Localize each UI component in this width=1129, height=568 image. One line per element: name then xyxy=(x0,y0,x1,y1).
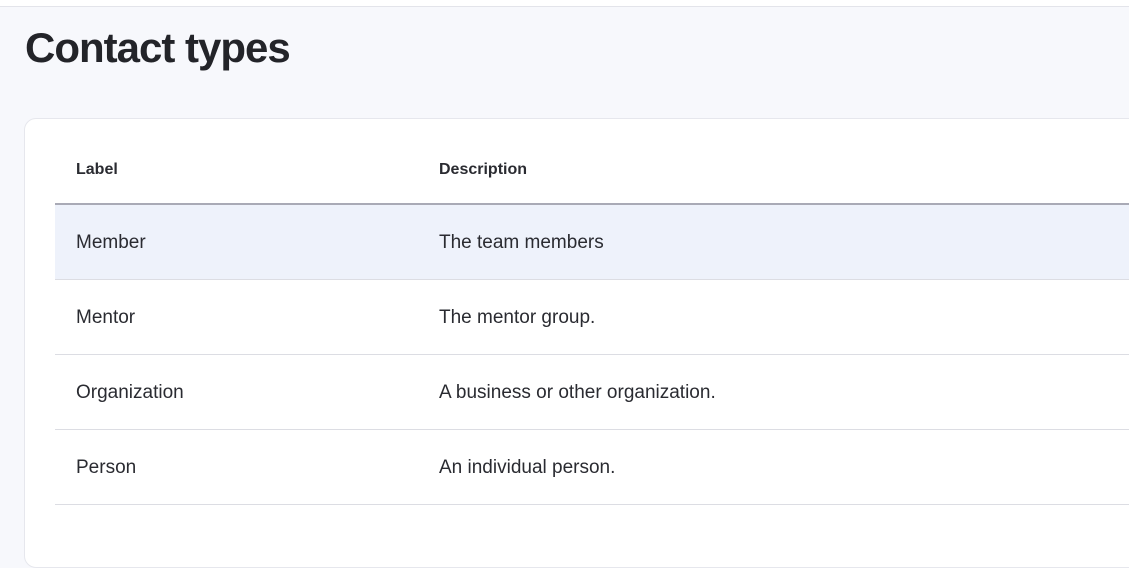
column-header-description[interactable]: Description xyxy=(439,161,527,179)
row-description: An individual person. xyxy=(439,457,616,478)
table-row[interactable]: Mentor The mentor group. xyxy=(55,280,1129,355)
table-row[interactable]: Person An individual person. xyxy=(55,430,1129,505)
row-description: A business or other organization. xyxy=(439,382,716,403)
row-description: The team members xyxy=(439,232,604,253)
table-row[interactable]: Member The team members xyxy=(55,205,1129,280)
contact-types-card: Label Description Member The team member… xyxy=(24,118,1129,568)
column-header-label[interactable]: Label xyxy=(76,161,118,179)
page-title: Contact types xyxy=(25,24,291,71)
table-header: Label Description xyxy=(55,119,1129,205)
row-label[interactable]: Person xyxy=(76,457,136,479)
row-description: The mentor group. xyxy=(439,307,596,328)
table-row[interactable]: Organization A business or other organiz… xyxy=(55,355,1129,430)
row-label[interactable]: Mentor xyxy=(76,307,135,329)
row-label[interactable]: Organization xyxy=(76,382,184,404)
row-label[interactable]: Member xyxy=(76,232,146,254)
contact-types-table: Label Description Member The team member… xyxy=(55,119,1129,505)
top-bar xyxy=(0,0,1129,7)
